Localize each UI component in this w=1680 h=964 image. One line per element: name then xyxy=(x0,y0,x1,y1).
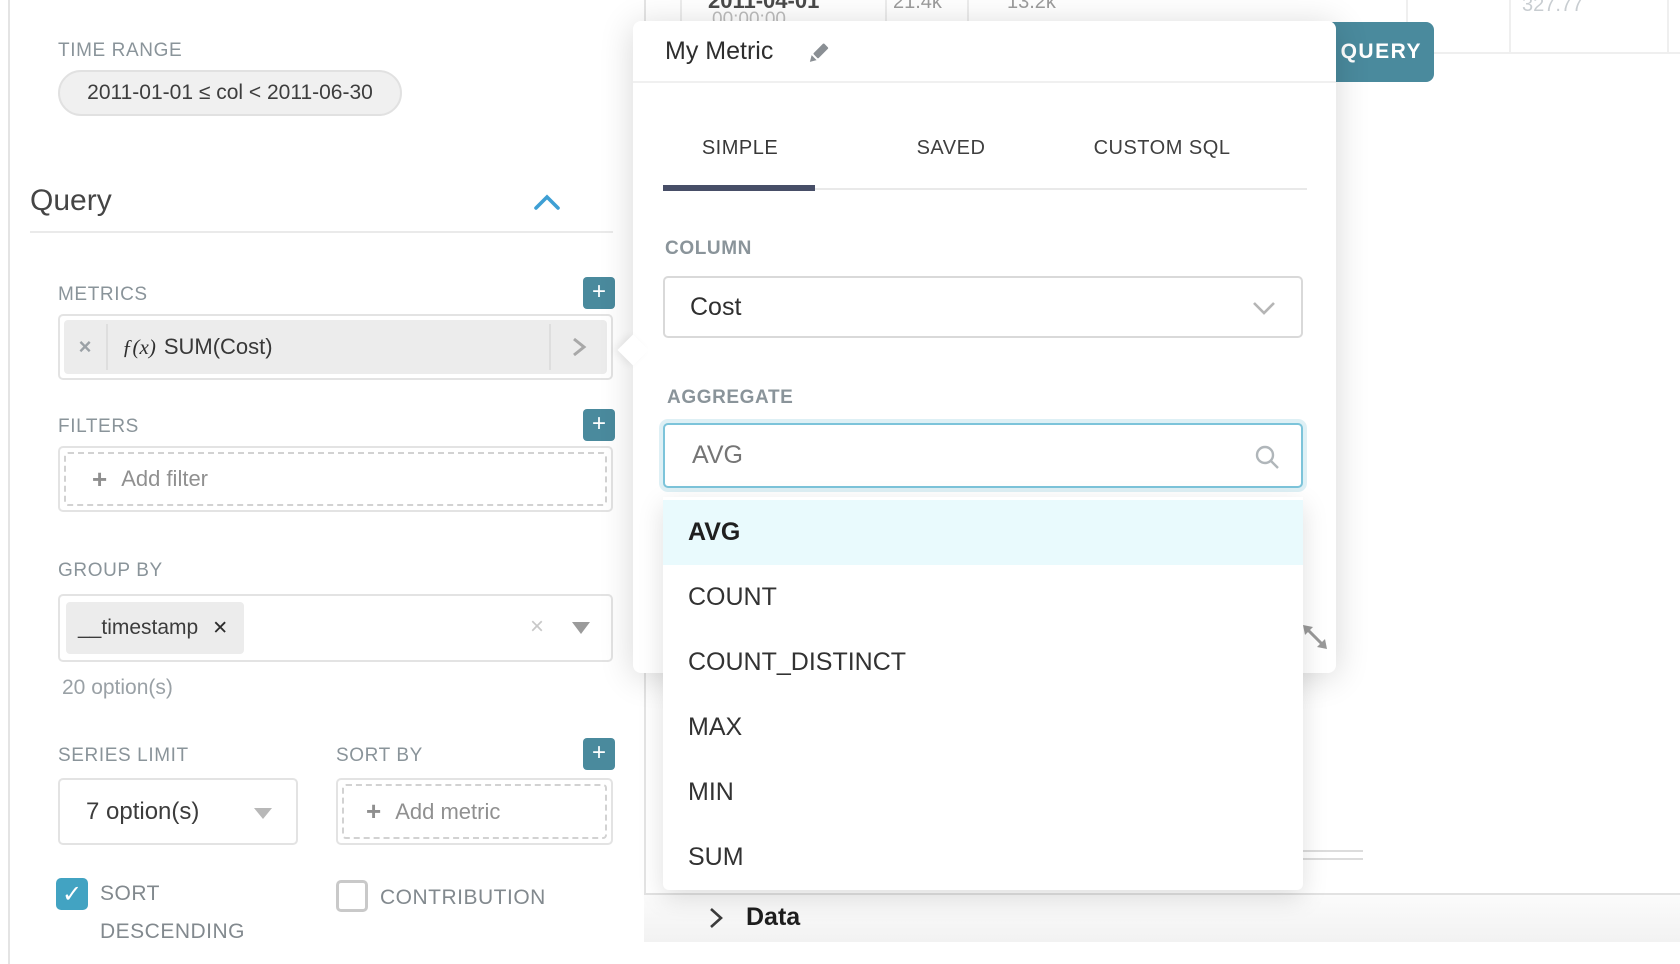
group-by-tag-label: __timestamp xyxy=(78,616,198,640)
popover-header-divider xyxy=(633,81,1336,83)
metric-name: SUM(Cost) xyxy=(164,334,273,360)
table-column-border xyxy=(1667,0,1669,52)
popover-title: My Metric xyxy=(665,37,773,66)
plus-icon: + xyxy=(366,796,381,827)
group-by-label: GROUP BY xyxy=(58,560,163,582)
metrics-label: METRICS xyxy=(58,284,148,306)
table-cell-value: 13.2k xyxy=(1007,0,1056,14)
fx-icon: ƒ(x) xyxy=(122,335,156,360)
add-sort-metric-dropzone[interactable]: + Add metric xyxy=(342,784,607,839)
sort-by-label: SORT BY xyxy=(336,745,423,767)
add-filter-placeholder: Add filter xyxy=(121,466,208,492)
contribution-label: CONTRIBUTION xyxy=(380,886,546,910)
clear-select-icon[interactable]: × xyxy=(530,613,544,641)
table-column-border xyxy=(1509,0,1511,52)
aggregate-option-max[interactable]: MAX xyxy=(663,695,1303,760)
add-filter-dropzone[interactable]: + Add filter xyxy=(64,452,607,506)
filters-label: FILTERS xyxy=(58,416,139,438)
tab-simple[interactable]: SIMPLE xyxy=(702,137,778,160)
plus-icon: + xyxy=(92,464,107,495)
tab-saved[interactable]: SAVED xyxy=(917,137,986,160)
collapse-section-icon[interactable] xyxy=(532,192,562,214)
time-range-value: 2011-01-01 ≤ col < 2011-06-30 xyxy=(87,81,373,105)
tab-active-ink-bar xyxy=(663,185,815,191)
chevron-right-icon[interactable] xyxy=(705,905,727,931)
table-column-border xyxy=(680,0,682,21)
series-limit-value: 7 option(s) xyxy=(86,798,199,826)
data-panel-header[interactable]: Data xyxy=(644,893,1680,942)
edit-metric-chevron-icon[interactable] xyxy=(551,335,607,359)
remove-metric-icon[interactable]: × xyxy=(64,334,106,360)
add-filter-button[interactable]: + xyxy=(583,409,615,441)
data-panel-title: Data xyxy=(746,903,800,932)
edit-title-pencil-icon[interactable] xyxy=(805,40,831,66)
group-by-options-hint: 20 option(s) xyxy=(62,676,173,700)
aggregate-label: AGGREGATE xyxy=(667,387,793,409)
metric-pill[interactable]: × ƒ(x) SUM(Cost) xyxy=(64,320,607,374)
check-icon: ✓ xyxy=(62,880,82,909)
column-select[interactable]: Cost xyxy=(663,276,1303,338)
chevron-down-icon xyxy=(1251,300,1277,316)
chart-builder-screen: 2011-04-01 00:00:00 21.4k 13.2k 327.77 R… xyxy=(0,0,1680,964)
table-column-border xyxy=(1406,0,1408,22)
aggregate-options-dropdown: AVG COUNT COUNT_DISTINCT MAX MIN SUM xyxy=(663,497,1303,890)
select-caret-icon xyxy=(254,808,272,819)
aggregate-option-count-distinct[interactable]: COUNT_DISTINCT xyxy=(663,630,1303,695)
series-limit-label: SERIES LIMIT xyxy=(58,745,189,767)
select-caret-icon[interactable] xyxy=(572,622,590,634)
group-by-tag[interactable]: __timestamp ✕ xyxy=(66,602,244,654)
column-label: COLUMN xyxy=(665,238,752,260)
time-range-pill[interactable]: 2011-01-01 ≤ col < 2011-06-30 xyxy=(58,70,402,116)
resize-handle-icon[interactable] xyxy=(1300,622,1330,652)
aggregate-search-box[interactable] xyxy=(663,423,1303,488)
table-row-border xyxy=(1434,52,1680,54)
series-limit-select[interactable]: 7 option(s) xyxy=(58,778,298,845)
table-cell-value: 21.4k xyxy=(893,0,942,14)
table-column-border xyxy=(967,0,969,21)
sort-descending-label: SORT DESCENDING xyxy=(100,875,235,951)
aggregate-option-min[interactable]: MIN xyxy=(663,760,1303,825)
aggregate-option-count[interactable]: COUNT xyxy=(663,565,1303,630)
table-column-border xyxy=(885,0,887,21)
query-section-title: Query xyxy=(30,184,112,218)
panel-left-border xyxy=(8,0,10,964)
aggregate-option-sum[interactable]: SUM xyxy=(663,825,1303,890)
tab-custom-sql[interactable]: CUSTOM SQL xyxy=(1094,137,1231,160)
section-divider xyxy=(30,231,613,233)
aggregate-search-input[interactable] xyxy=(690,440,1254,471)
sort-descending-checkbox[interactable]: ✓ xyxy=(56,878,88,910)
aggregate-option-avg[interactable]: AVG xyxy=(663,500,1303,565)
contribution-checkbox[interactable] xyxy=(336,880,368,912)
add-sort-metric-placeholder: Add metric xyxy=(395,799,500,825)
add-metric-button[interactable]: + xyxy=(583,277,615,309)
search-icon xyxy=(1254,444,1281,471)
column-value: Cost xyxy=(690,293,741,322)
time-range-label: TIME RANGE xyxy=(58,40,182,62)
remove-tag-icon[interactable]: ✕ xyxy=(212,617,228,640)
table-cell-value: 327.77 xyxy=(1522,0,1583,17)
add-sort-metric-button[interactable]: + xyxy=(583,738,615,770)
pill-divider xyxy=(106,324,108,370)
